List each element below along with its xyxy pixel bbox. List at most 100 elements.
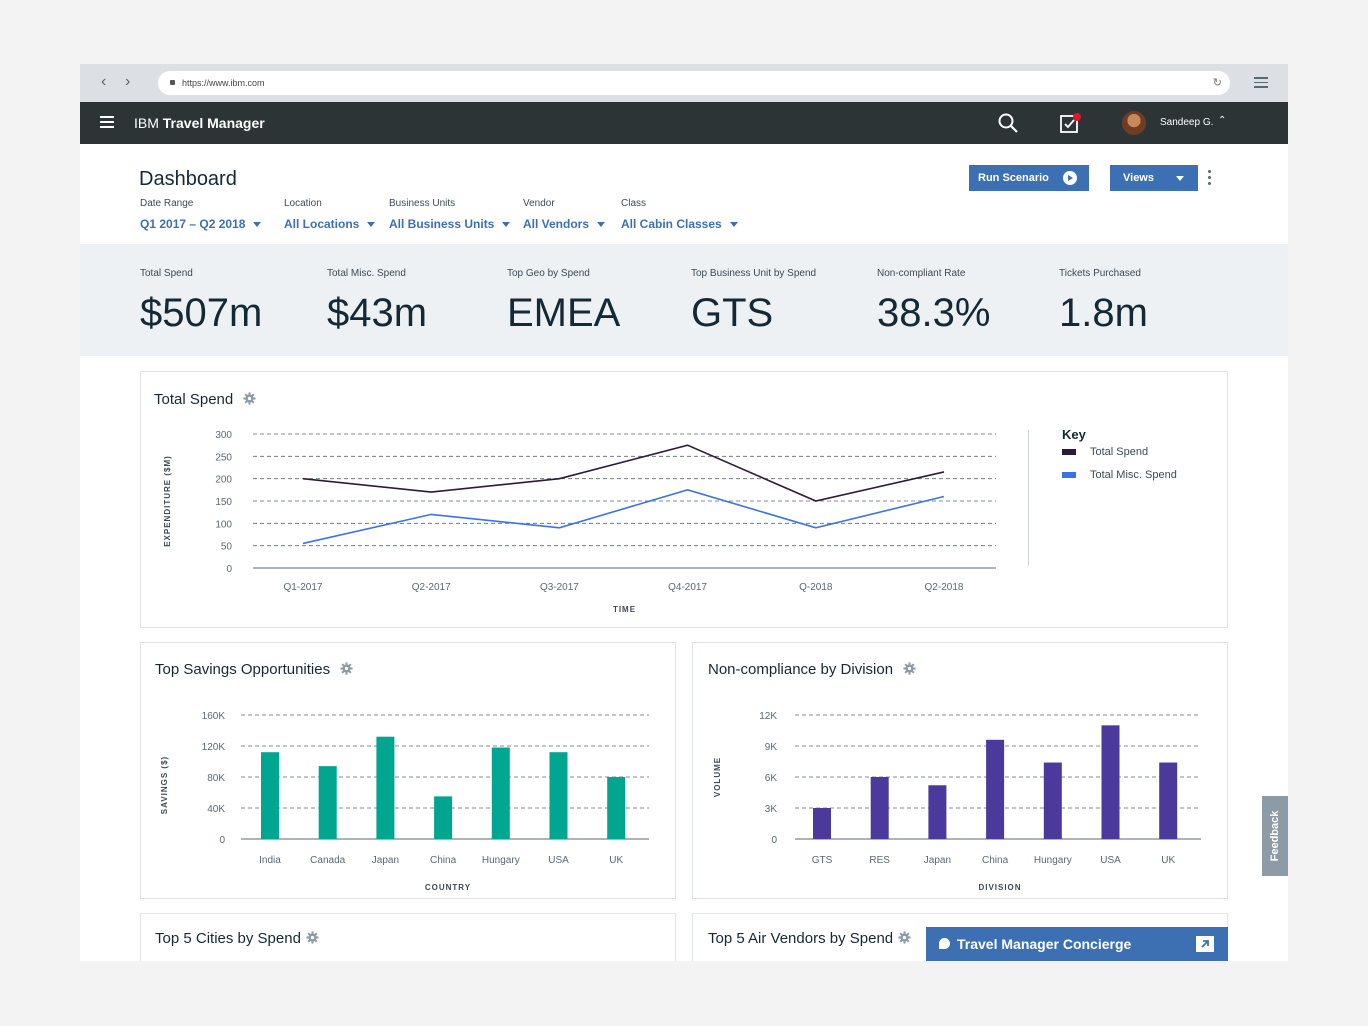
gear-icon[interactable] xyxy=(903,662,916,675)
overflow-menu-icon[interactable] xyxy=(1208,170,1212,188)
browser-menu-icon[interactable] xyxy=(1254,77,1268,91)
run-scenario-button[interactable]: Run Scenario xyxy=(969,165,1089,191)
y-tick-label: 50 xyxy=(221,542,233,553)
brand-name: Travel Manager xyxy=(162,115,265,131)
card-title-text: Top Savings Opportunities xyxy=(155,661,331,678)
bar-japan xyxy=(928,785,947,839)
y-tick-label: 12K xyxy=(759,711,777,722)
app-title[interactable]: IBM Travel Manager xyxy=(134,115,265,131)
bar-india xyxy=(261,752,279,839)
kpi-band: Total Spend $507m Total Misc. Spend $43m T… xyxy=(80,244,1288,356)
filter-class: Class All Cabin Classes xyxy=(621,198,738,233)
card-title-text: Total Spend xyxy=(154,391,234,408)
gear-icon[interactable] xyxy=(306,931,319,944)
filter-value: Q1 2017 – Q2 2018 xyxy=(140,217,246,231)
kpi-top-geo: Top Geo by Spend EMEA xyxy=(507,268,620,336)
kpi-value: GTS xyxy=(691,291,774,335)
filter-location: Location All Locations xyxy=(284,198,376,233)
series-line-total-misc-spend xyxy=(302,488,945,545)
browser-chrome: ‹ › https://www.ibm.com ↻ xyxy=(80,64,1288,102)
filter-dropdown-vendor[interactable]: All Vendors xyxy=(523,217,606,231)
division-bar-chart: 0 3K 6K 9K 12K GTS RES Japan China Hungary USA UK DI… xyxy=(713,711,1201,892)
filter-value: All Cabin Classes xyxy=(621,217,722,231)
filter-date-range: Date Range Q1 2017 – Q2 2018 xyxy=(140,198,262,233)
filter-value: All Business Units xyxy=(389,217,495,231)
filter-dropdown-date-range[interactable]: Q1 2017 – Q2 2018 xyxy=(140,217,262,231)
hamburger-menu-icon[interactable] xyxy=(100,116,114,131)
x-tick-label: Hungary xyxy=(1034,855,1072,866)
x-tick-label: RES xyxy=(869,855,890,866)
card-title-text: Top 5 Air Vendors by Spend xyxy=(708,930,894,947)
kpi-label: Top Business Unit by Spend xyxy=(691,268,817,279)
y-tick-label: 9K xyxy=(765,742,778,753)
y-tick-label: 40K xyxy=(207,804,225,815)
forward-arrow-icon[interactable]: › xyxy=(125,73,130,91)
avatar[interactable] xyxy=(1122,111,1146,135)
reload-icon[interactable]: ↻ xyxy=(1213,71,1222,95)
filter-label: Vendor xyxy=(523,198,555,209)
x-tick-label: Q4-2017 xyxy=(668,582,707,593)
x-tick-label: USA xyxy=(548,855,569,866)
kpi-value: $43m xyxy=(327,291,428,335)
legend-item-total-spend: Total Spend xyxy=(1062,446,1148,458)
card-title: Non-compliance by Division xyxy=(708,661,916,678)
brand-prefix: IBM xyxy=(134,115,159,131)
kpi-tickets-purchased: Tickets Purchased 1.8m xyxy=(1059,268,1148,336)
filter-dropdown-business-units[interactable]: All Business Units xyxy=(389,217,511,231)
bar-res xyxy=(870,777,889,839)
filter-value: All Locations xyxy=(284,217,360,231)
filter-dropdown-location[interactable]: All Locations xyxy=(284,217,376,231)
legend-label: Total Misc. Spend xyxy=(1090,469,1177,481)
bar-usa xyxy=(1101,725,1120,839)
travel-concierge-button[interactable]: Travel Manager Concierge xyxy=(926,927,1228,961)
bar-gts xyxy=(813,808,831,839)
search-icon[interactable] xyxy=(997,112,1019,134)
kpi-label: Top Geo by Spend xyxy=(507,268,590,279)
address-bar[interactable]: https://www.ibm.com ↻ xyxy=(158,71,1230,95)
y-tick-label: 0 xyxy=(226,564,232,575)
bar-uk xyxy=(1159,762,1178,839)
user-name[interactable]: Sandeep G. xyxy=(1160,117,1213,128)
card-title: Total Spend xyxy=(154,391,256,408)
legend-label: Total Spend xyxy=(1090,446,1149,458)
series-line-total-spend xyxy=(302,444,945,502)
gear-icon[interactable] xyxy=(898,931,911,944)
x-axis-label: TIME xyxy=(613,605,636,614)
bar-usa xyxy=(549,752,568,839)
x-tick-label: Japan xyxy=(372,855,399,866)
y-tick-label: 250 xyxy=(215,452,232,463)
bar-hungary xyxy=(491,747,510,839)
kpi-value: $507m xyxy=(140,291,263,335)
x-tick-label: Q3-2017 xyxy=(540,582,579,593)
filter-business-units: Business Units All Business Units xyxy=(389,198,511,233)
lock-icon xyxy=(170,80,175,85)
x-tick-label: China xyxy=(982,855,1009,866)
legend-item-total-misc-spend: Total Misc. Spend xyxy=(1062,469,1177,481)
gear-icon[interactable] xyxy=(243,392,256,405)
x-axis-label: COUNTRY xyxy=(425,883,471,892)
kpi-value: 38.3% xyxy=(877,291,991,335)
x-axis-label: DIVISION xyxy=(978,883,1021,892)
y-tick-label: 300 xyxy=(215,430,232,441)
top-savings-card: Top Savings Opportunities 0 40K 80K 120K 160… xyxy=(140,642,676,899)
gear-icon[interactable] xyxy=(340,662,353,675)
kpi-value: 1.8m xyxy=(1059,291,1148,335)
filter-label: Class xyxy=(621,198,647,209)
bar-hungary xyxy=(1043,762,1062,839)
savings-bar-chart: 0 40K 80K 120K 160K India Canada Japan China Hung… xyxy=(160,711,649,892)
x-tick-label: Q1-2017 xyxy=(284,582,323,593)
x-tick-label: Q2-2017 xyxy=(412,582,451,593)
filter-dropdown-class[interactable]: All Cabin Classes xyxy=(621,217,738,231)
kpi-label: Total Spend xyxy=(140,268,193,279)
caret-down-icon xyxy=(1176,176,1184,181)
legend-divider xyxy=(1028,430,1029,566)
views-button[interactable]: Views xyxy=(1110,165,1198,191)
chevron-up-icon[interactable]: ⌃ xyxy=(1218,115,1226,126)
card-title: Top 5 Cities by Spend xyxy=(155,930,319,947)
y-axis-label: EXPENDITURE ($M) xyxy=(163,455,172,547)
back-arrow-icon[interactable]: ‹ xyxy=(101,73,106,91)
url-text: https://www.ibm.com xyxy=(182,78,265,88)
x-tick-label: USA xyxy=(1100,855,1121,866)
caret-down-icon xyxy=(253,222,262,228)
feedback-tab[interactable]: Feedback xyxy=(1262,796,1288,876)
